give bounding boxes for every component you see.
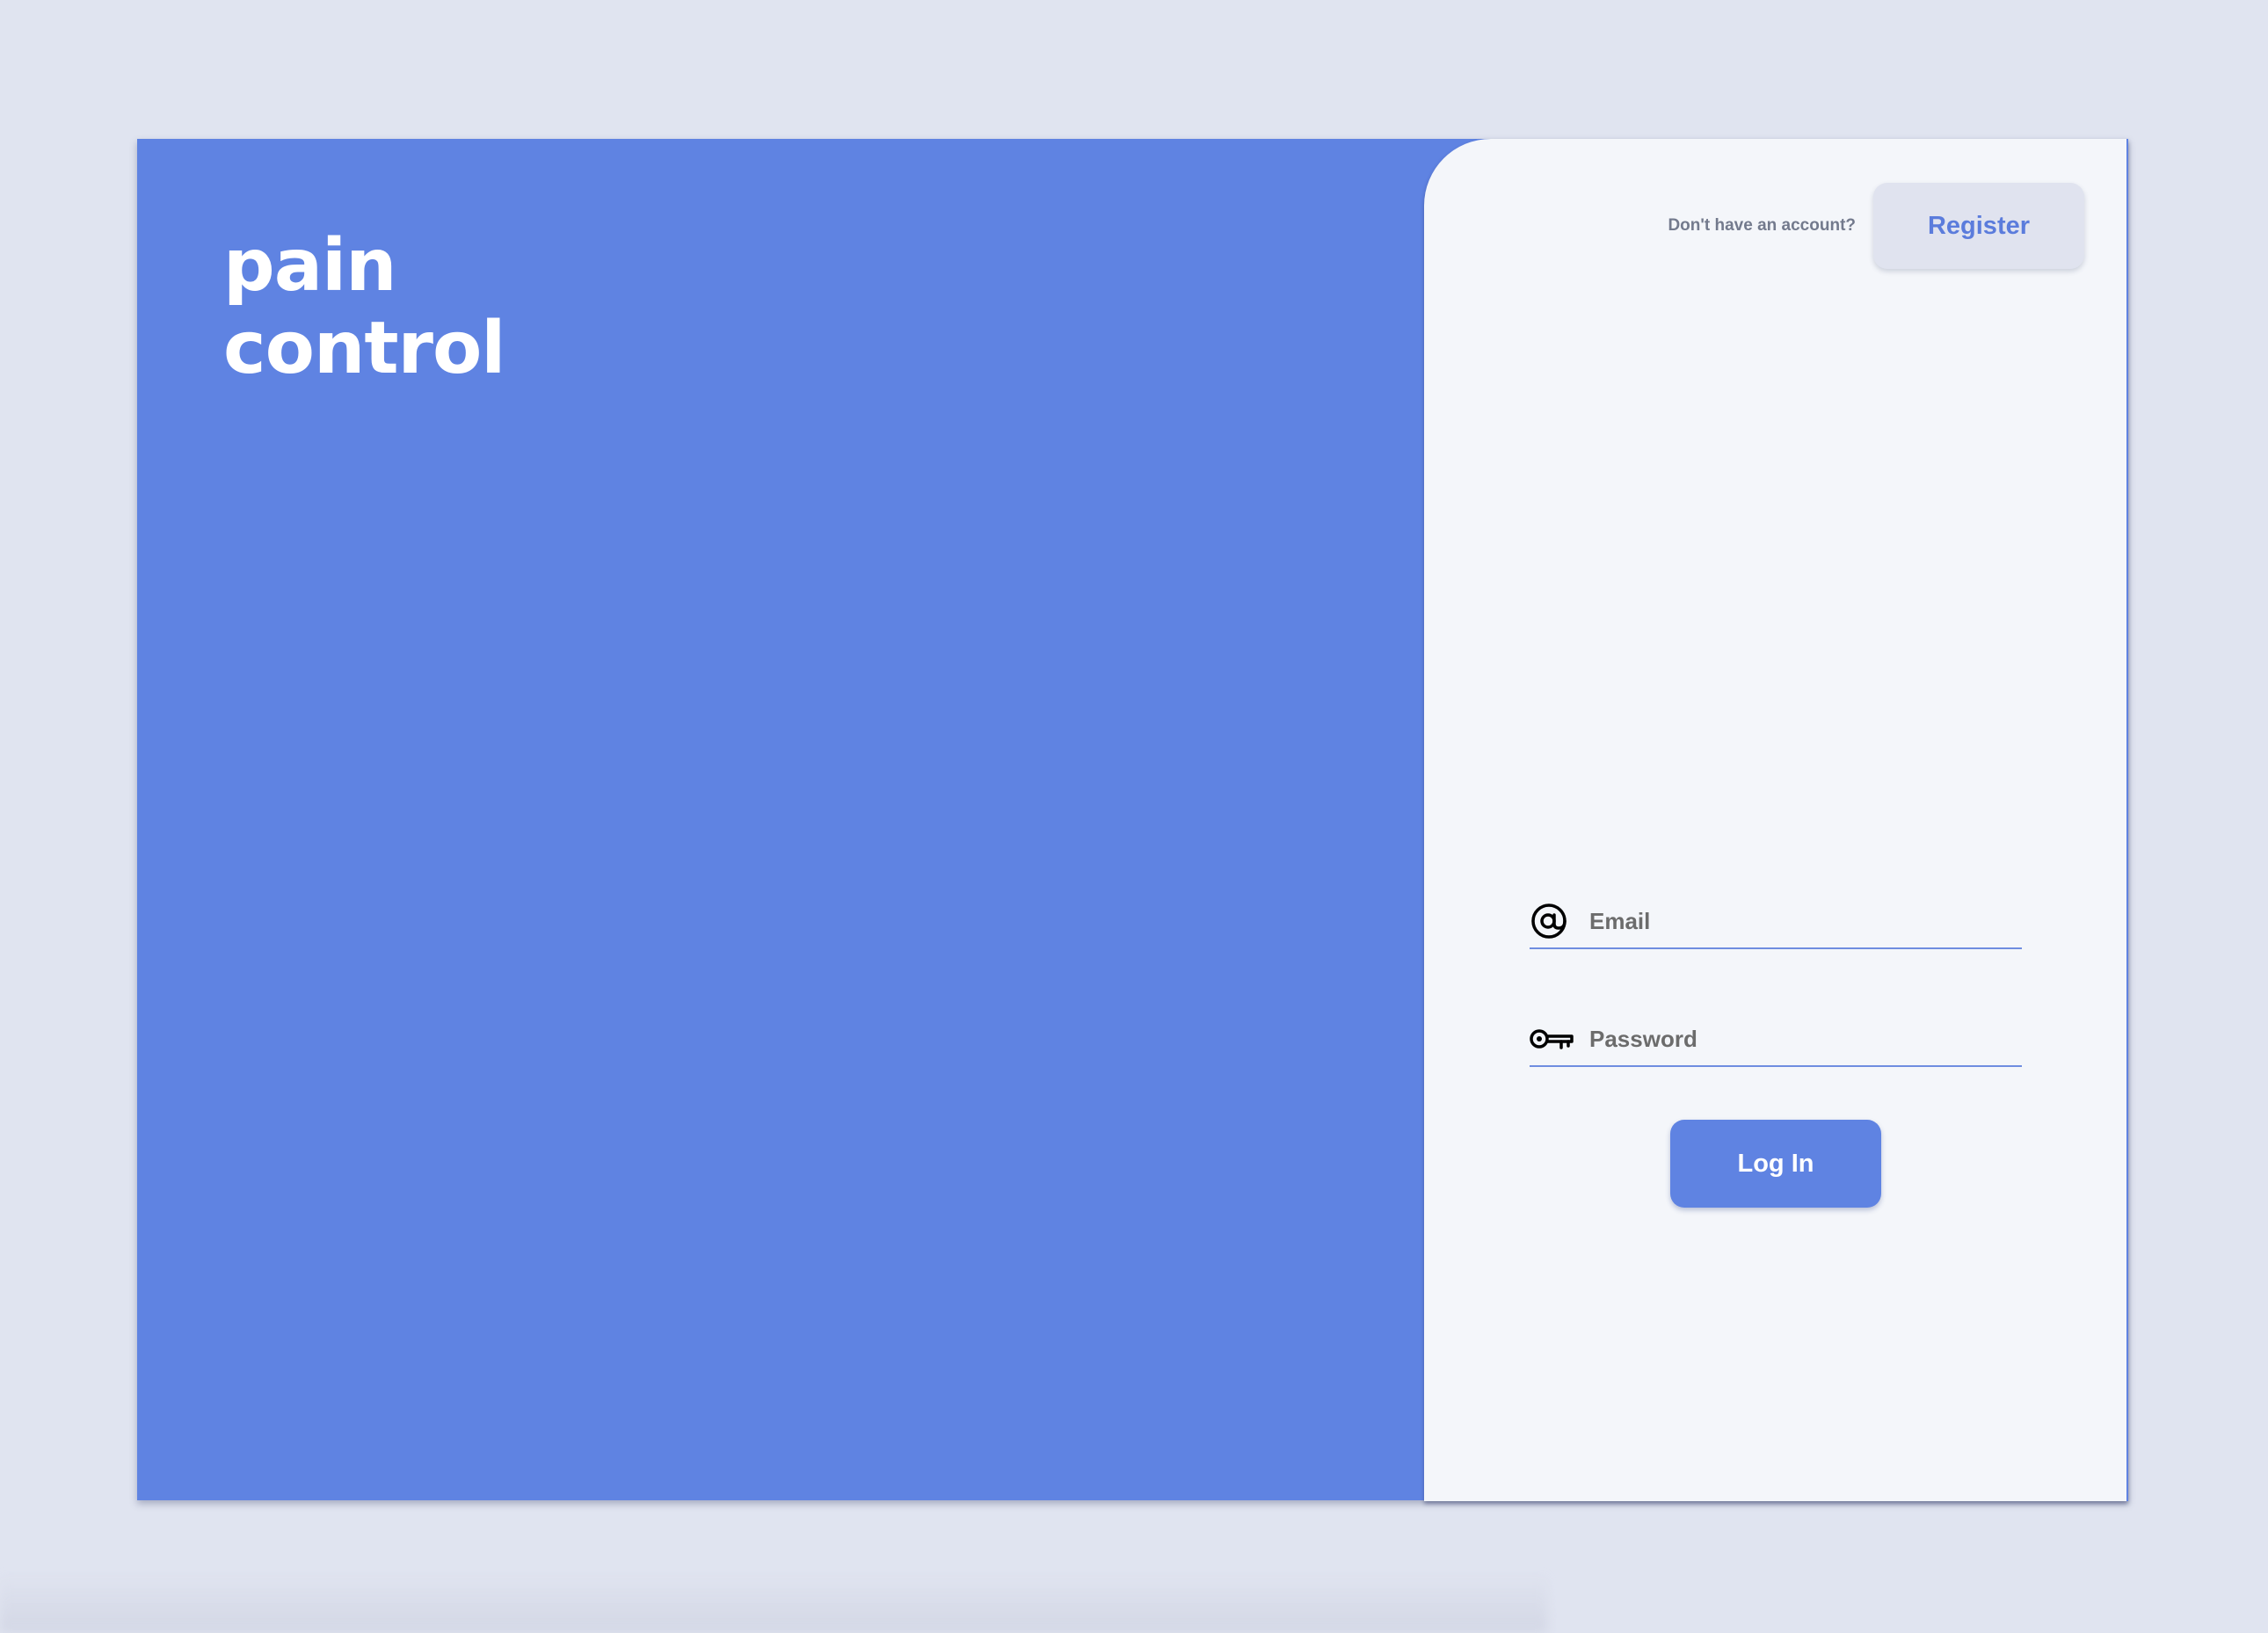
- email-field-row: [1530, 895, 2022, 949]
- login-panel: Don't have an account? Register Email Lo…: [1424, 139, 2128, 1501]
- app-logo-line-2: control: [223, 307, 505, 390]
- log-in-button[interactable]: Log In: [1670, 1120, 1881, 1208]
- app-logo: pain control: [223, 225, 505, 390]
- account-prompt-row: Don't have an account? Register: [1668, 183, 2084, 269]
- bottom-shadow: [0, 1573, 1547, 1633]
- email-input[interactable]: [1588, 906, 2013, 936]
- at-sign-icon: [1530, 902, 1574, 940]
- app-logo-line-1: pain: [223, 224, 397, 308]
- account-prompt-text: Don't have an account?: [1668, 216, 1856, 235]
- app-frame: pain control Don't have an account? Regi…: [137, 139, 2128, 1501]
- key-icon: [1530, 1020, 1574, 1058]
- register-button[interactable]: Register: [1873, 183, 2084, 269]
- password-field-row: [1530, 1012, 2022, 1067]
- password-input[interactable]: [1588, 1024, 2013, 1054]
